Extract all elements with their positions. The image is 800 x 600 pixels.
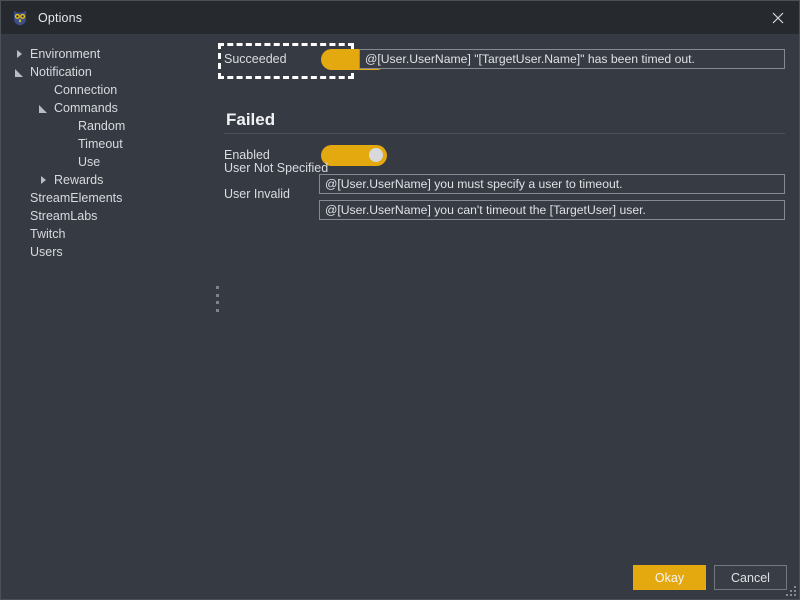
- window-title: Options: [38, 10, 83, 25]
- chevron-down-icon[interactable]: [39, 103, 49, 113]
- cancel-button[interactable]: Cancel: [714, 565, 787, 590]
- enabled-toggle[interactable]: [321, 144, 387, 166]
- options-dialog: Options Environment Notification Connectio…: [0, 0, 800, 600]
- sidebar-item-connection[interactable]: Connection: [1, 81, 206, 99]
- sidebar-item-streamelements[interactable]: StreamElements: [1, 189, 206, 207]
- section-divider: [224, 133, 785, 134]
- sidebar-item-timeout[interactable]: Timeout: [1, 135, 206, 153]
- sidebar-item-random[interactable]: Random: [1, 117, 206, 135]
- user-invalid-input[interactable]: @[User.UserName] you can't timeout the […: [319, 200, 785, 220]
- sidebar-item-notification[interactable]: Notification: [1, 63, 206, 81]
- settings-content: Succeeded @[User.UserName] "[TargetUser.…: [218, 34, 799, 599]
- resize-grip-icon[interactable]: [785, 585, 796, 596]
- user-not-specified-row: User Not Specified: [224, 141, 328, 175]
- sidebar-item-streamlabs[interactable]: StreamLabs: [1, 207, 206, 225]
- sidebar-item-label: Environment: [30, 47, 101, 61]
- sidebar-item-users[interactable]: Users: [1, 243, 206, 261]
- user-not-specified-value: @[User.UserName] you must specify a user…: [325, 177, 623, 191]
- sidebar-item-label: Rewards: [54, 173, 104, 187]
- succeeded-message-value: @[User.UserName] "[TargetUser.Name]" has…: [365, 52, 695, 66]
- sidebar-item-label: Commands: [54, 101, 118, 115]
- user-not-specified-input[interactable]: @[User.UserName] you must specify a user…: [319, 174, 785, 194]
- sidebar-item-label: Connection: [54, 83, 118, 97]
- sidebar-item-label: Users: [30, 245, 63, 259]
- sidebar-item-twitch[interactable]: Twitch: [1, 225, 206, 243]
- okay-button[interactable]: Okay: [633, 565, 706, 590]
- user-invalid-label: User Invalid: [224, 186, 290, 201]
- sidebar-item-label: StreamLabs: [30, 209, 98, 223]
- sidebar-item-label: StreamElements: [30, 191, 123, 205]
- chevron-right-icon[interactable]: [39, 175, 49, 185]
- settings-tree[interactable]: Environment Notification Connection Command…: [1, 34, 206, 599]
- close-icon[interactable]: [755, 1, 799, 34]
- chevron-down-icon[interactable]: [15, 67, 25, 77]
- sidebar-item-environment[interactable]: Environment: [1, 45, 206, 63]
- failed-section-title: Failed: [226, 110, 276, 129]
- sidebar-item-label: Random: [78, 119, 126, 133]
- succeeded-label: Succeeded: [224, 52, 287, 66]
- splitter-grip-icon[interactable]: [214, 286, 221, 312]
- sidebar-item-label: Timeout: [78, 137, 123, 151]
- succeeded-message-input[interactable]: @[User.UserName] "[TargetUser.Name]" has…: [359, 49, 785, 69]
- title-bar[interactable]: Options: [1, 1, 799, 34]
- sidebar-item-rewards[interactable]: Rewards: [1, 171, 206, 189]
- chevron-right-icon[interactable]: [15, 49, 25, 59]
- sidebar-item-commands[interactable]: Commands: [1, 99, 206, 117]
- sidebar-item-label: Use: [78, 155, 101, 169]
- sidebar-item-label: Twitch: [30, 227, 66, 241]
- sidebar-item-use[interactable]: Use: [1, 153, 206, 171]
- owl-icon: [11, 9, 29, 27]
- user-invalid-value: @[User.UserName] you can't timeout the […: [325, 203, 646, 217]
- toggle-knob: [369, 148, 383, 162]
- sidebar-item-label: Notification: [30, 65, 92, 79]
- user-invalid-row: User Invalid: [224, 167, 321, 201]
